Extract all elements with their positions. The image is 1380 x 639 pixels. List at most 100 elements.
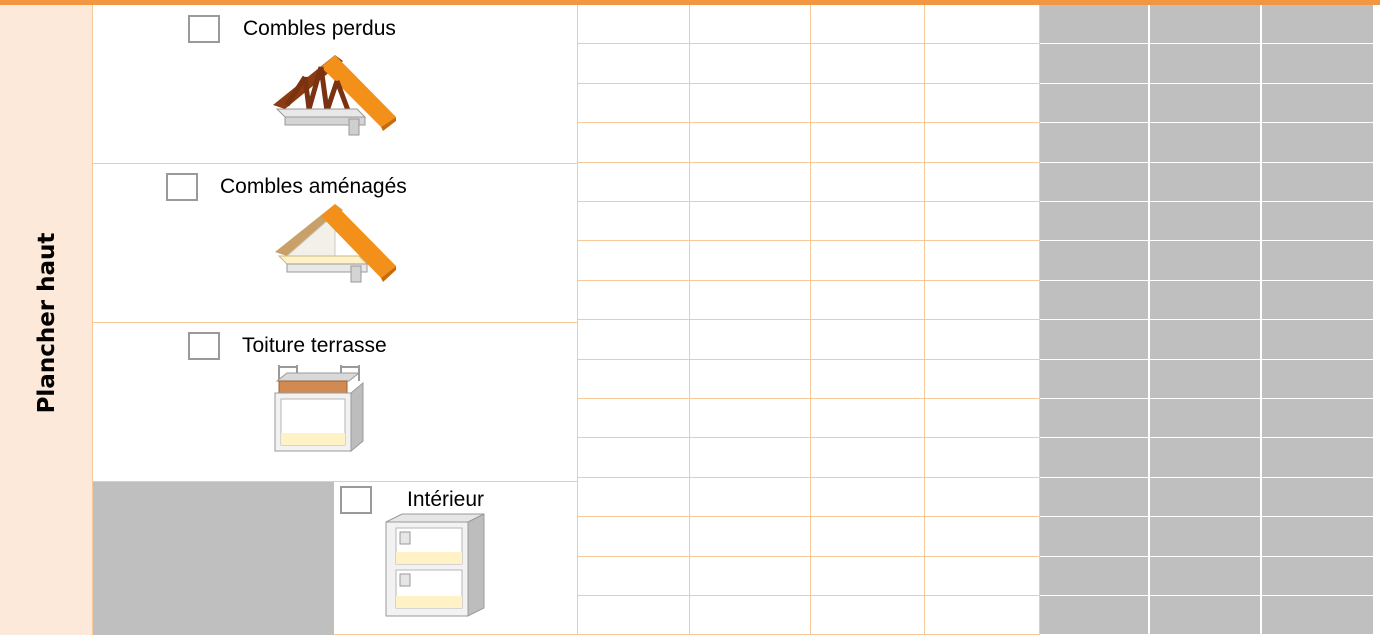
grid-cell[interactable] [578,202,690,241]
grid-cell[interactable] [811,478,925,517]
grid-cell[interactable] [1150,84,1262,123]
grid-cell[interactable] [925,438,1040,478]
grid-cell[interactable] [690,557,811,596]
grid-cell[interactable] [811,84,925,123]
grid-cell[interactable] [811,320,925,360]
grid-cell[interactable] [578,360,690,399]
grid-cell[interactable] [578,84,690,123]
grid-cell[interactable] [811,123,925,163]
grid-cell[interactable] [1262,163,1375,202]
grid-cell[interactable] [578,478,690,517]
grid-cell[interactable] [925,5,1040,44]
grid-cell[interactable] [578,5,690,44]
grid-cell[interactable] [578,163,690,202]
grid-cell[interactable] [1040,360,1150,399]
grid-cell[interactable] [1150,202,1262,241]
grid-cell[interactable] [690,202,811,241]
grid-cell[interactable] [690,241,811,281]
grid-cell[interactable] [925,202,1040,241]
grid-cell[interactable] [690,123,811,163]
grid-cell[interactable] [1150,241,1262,281]
grid-cell[interactable] [811,517,925,557]
grid-cell[interactable] [925,557,1040,596]
grid-cell[interactable] [1150,438,1262,478]
grid-cell[interactable] [925,478,1040,517]
grid-cell[interactable] [925,399,1040,438]
grid-cell[interactable] [690,5,811,44]
grid-cell[interactable] [690,84,811,123]
grid-cell[interactable] [1262,202,1375,241]
grid-cell[interactable] [1150,123,1262,163]
grid-cell[interactable] [1262,5,1375,44]
grid-cell[interactable] [1040,438,1150,478]
grid-cell[interactable] [811,438,925,478]
grid-cell[interactable] [1040,163,1150,202]
grid-cell[interactable] [1262,360,1375,399]
grid-cell[interactable] [811,399,925,438]
grid-cell[interactable] [1150,281,1262,320]
grid-cell[interactable] [690,478,811,517]
grid-cell[interactable] [578,241,690,281]
grid-cell[interactable] [1040,517,1150,557]
grid-cell[interactable] [1040,202,1150,241]
grid-cell[interactable] [690,360,811,399]
grid-cell[interactable] [690,281,811,320]
grid-cell[interactable] [811,163,925,202]
grid-cell[interactable] [578,320,690,360]
grid-cell[interactable] [690,320,811,360]
grid-cell[interactable] [1262,517,1375,557]
grid-cell[interactable] [1150,399,1262,438]
grid-cell[interactable] [1150,478,1262,517]
grid-cell[interactable] [1040,84,1150,123]
grid-cell[interactable] [811,281,925,320]
grid-cell[interactable] [811,360,925,399]
grid-cell[interactable] [811,44,925,84]
grid-cell[interactable] [578,44,690,84]
grid-cell[interactable] [1040,241,1150,281]
grid-cell[interactable] [1262,596,1375,635]
grid-cell[interactable] [1262,281,1375,320]
combles-amenages-checkbox[interactable] [166,173,198,201]
grid-cell[interactable] [811,202,925,241]
combles-perdus-checkbox[interactable] [188,15,220,43]
grid-cell[interactable] [1150,44,1262,84]
grid-cell[interactable] [1040,478,1150,517]
grid-cell[interactable] [1040,123,1150,163]
grid-cell[interactable] [1150,360,1262,399]
grid-cell[interactable] [925,241,1040,281]
grid-cell[interactable] [1262,399,1375,438]
grid-cell[interactable] [1262,557,1375,596]
grid-cell[interactable] [1040,557,1150,596]
interieur-checkbox[interactable] [340,486,372,514]
grid-cell[interactable] [578,399,690,438]
grid-cell[interactable] [1040,320,1150,360]
grid-cell[interactable] [1262,478,1375,517]
grid-cell[interactable] [578,281,690,320]
grid-cell[interactable] [925,84,1040,123]
grid-cell[interactable] [690,438,811,478]
grid-cell[interactable] [578,596,690,635]
grid-cell[interactable] [1040,281,1150,320]
grid-cell[interactable] [811,596,925,635]
grid-cell[interactable] [578,123,690,163]
grid-cell[interactable] [1040,596,1150,635]
grid-cell[interactable] [578,517,690,557]
grid-cell[interactable] [925,163,1040,202]
grid-cell[interactable] [1150,5,1262,44]
grid-cell[interactable] [1262,241,1375,281]
grid-cell[interactable] [1150,596,1262,635]
grid-cell[interactable] [1040,399,1150,438]
grid-cell[interactable] [811,557,925,596]
grid-cell[interactable] [578,438,690,478]
grid-cell[interactable] [1150,517,1262,557]
grid-cell[interactable] [1262,438,1375,478]
grid-cell[interactable] [811,5,925,44]
grid-cell[interactable] [1262,320,1375,360]
grid-cell[interactable] [1040,5,1150,44]
grid-cell[interactable] [690,517,811,557]
grid-cell[interactable] [811,241,925,281]
grid-cell[interactable] [1262,84,1375,123]
grid-cell[interactable] [925,281,1040,320]
toiture-terrasse-checkbox[interactable] [188,332,220,360]
grid-cell[interactable] [1150,163,1262,202]
